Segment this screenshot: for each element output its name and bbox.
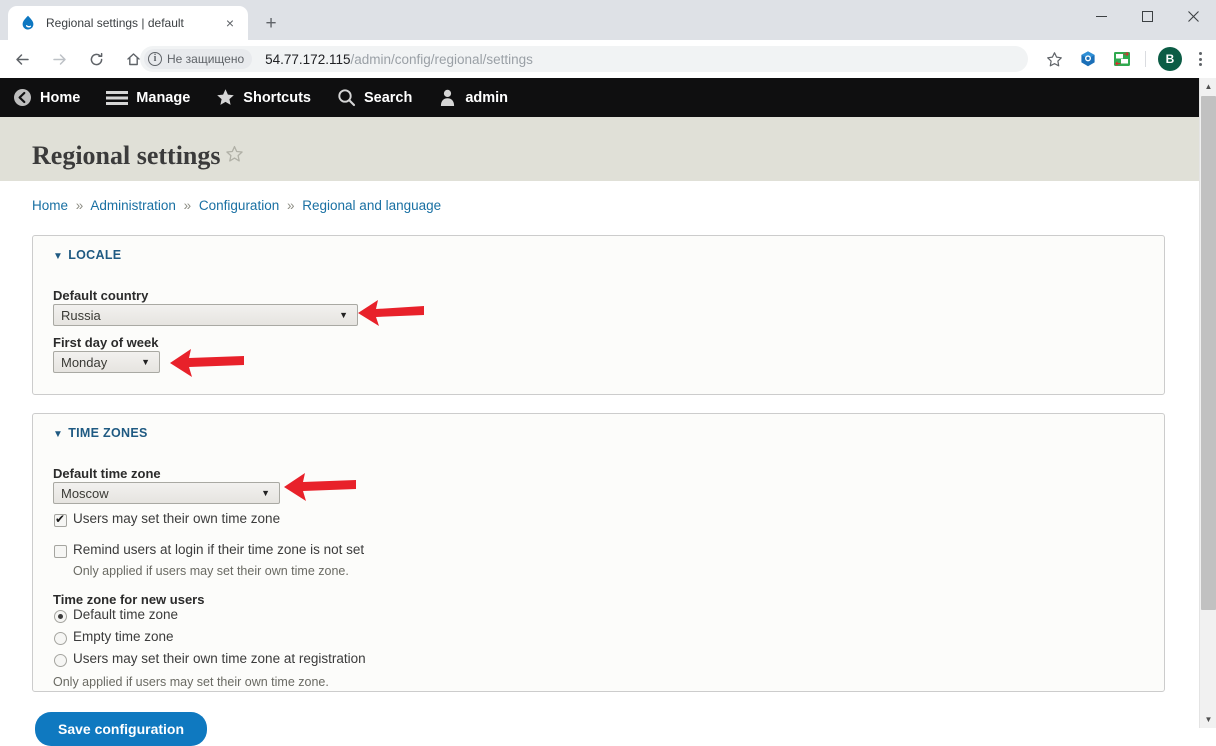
toolbar-item-home[interactable]: Home — [0, 78, 93, 117]
toolbar-item-admin-label: admin — [465, 89, 509, 106]
url-text: 54.77.172.115/admin/config/regional/sett… — [265, 52, 533, 67]
default-time-zone-value: Moscow — [61, 485, 109, 501]
locale-legend-label: LOCALE — [68, 248, 122, 262]
maximize-icon[interactable] — [1124, 0, 1170, 32]
forward-icon — [44, 44, 74, 74]
shield-extension-icon[interactable] — [1073, 44, 1103, 74]
toolbar-item-shortcuts[interactable]: Shortcuts — [203, 78, 324, 117]
breadcrumb-separator: » — [183, 198, 192, 213]
reload-icon[interactable] — [81, 44, 111, 74]
remind-users-label[interactable]: Remind users at login if their time zone… — [73, 542, 364, 557]
info-icon: i — [148, 52, 162, 66]
chrome-menu-icon[interactable] — [1188, 44, 1212, 74]
time-zones-fieldset: ▼ TIME ZONES Default time zone Moscow ▼ U… — [32, 413, 1165, 692]
security-status-label: Не защищено — [167, 52, 245, 66]
page-title: Regional settings — [32, 141, 221, 170]
time-zone-new-users-label: Time zone for new users — [53, 592, 205, 607]
toolbar-item-manage[interactable]: Manage — [93, 78, 203, 117]
scroll-down-icon[interactable]: ▼ — [1200, 711, 1216, 728]
breadcrumb: Home » Administration » Configuration » … — [32, 198, 441, 213]
first-day-of-week-select[interactable]: Monday ▼ — [53, 351, 160, 373]
address-bar[interactable]: i Не защищено 54.77.172.115/admin/config… — [140, 46, 1028, 72]
toolbar-divider — [1145, 51, 1146, 67]
breadcrumb-separator: » — [286, 198, 295, 213]
chevron-down-icon: ▼ — [53, 251, 64, 262]
radio-default-time-zone-label[interactable]: Default time zone — [73, 607, 178, 622]
toolbar-item-home-label: Home — [40, 89, 81, 106]
time-zones-legend-label: TIME ZONES — [68, 426, 148, 440]
time-zones-legend[interactable]: ▼ TIME ZONES — [53, 426, 148, 440]
radio-empty-time-zone-label[interactable]: Empty time zone — [73, 629, 174, 644]
default-time-zone-label: Default time zone — [53, 466, 161, 481]
remind-users-description: Only applied if users may set their own … — [73, 564, 349, 578]
tab-strip: Regional settings | default × + — [0, 0, 1216, 40]
chevron-down-icon: ▼ — [339, 310, 348, 320]
toolbar-item-manage-label: Manage — [136, 89, 191, 106]
minimize-icon[interactable] — [1078, 0, 1124, 32]
locale-legend[interactable]: ▼ LOCALE — [53, 248, 121, 262]
breadcrumb-item-administration[interactable]: Administration — [90, 198, 176, 213]
page-body: Home » Administration » Configuration » … — [0, 181, 1199, 728]
magnifier-icon — [337, 88, 356, 107]
scrollbar-thumb[interactable] — [1201, 96, 1216, 610]
chevron-down-icon: ▼ — [261, 488, 270, 498]
breadcrumb-item-home[interactable]: Home — [32, 198, 68, 213]
first-day-of-week-label: First day of week — [53, 335, 159, 350]
time-zone-new-users-description: Only applied if users may set their own … — [53, 675, 329, 689]
users-own-timezone-checkbox[interactable] — [54, 512, 67, 527]
drupal-admin-toolbar: Home Manage Shortcuts Search admin — [0, 78, 1199, 117]
page-scrollbar[interactable]: ▲ ▼ — [1199, 78, 1216, 728]
default-country-label: Default country — [53, 288, 149, 303]
breadcrumb-item-configuration[interactable]: Configuration — [199, 198, 279, 213]
arrow-to-default-country — [358, 300, 424, 326]
radio-users-own-at-registration-label[interactable]: Users may set their own time zone at reg… — [73, 651, 366, 666]
chevron-down-icon: ▼ — [53, 429, 64, 440]
close-window-icon[interactable] — [1170, 0, 1216, 32]
browser-chrome: Regional settings | default × + i Не защ… — [0, 0, 1216, 78]
back-circle-icon — [13, 88, 32, 107]
toolbar-item-shortcuts-label: Shortcuts — [243, 89, 311, 106]
toolbar-item-search[interactable]: Search — [324, 78, 425, 117]
arrow-to-default-time-zone — [284, 473, 356, 501]
browser-tab[interactable]: Regional settings | default × — [8, 6, 248, 40]
scroll-up-icon[interactable]: ▲ — [1200, 78, 1216, 95]
arrow-to-first-day-of-week — [170, 349, 244, 377]
chevron-down-icon: ▼ — [141, 357, 150, 367]
browser-toolbar: i Не защищено 54.77.172.115/admin/config… — [0, 40, 1216, 78]
radio-users-own-at-registration[interactable] — [54, 654, 67, 667]
tab-title: Regional settings | default — [46, 16, 184, 30]
url-path: /admin/config/regional/settings — [350, 51, 533, 67]
security-status-chip[interactable]: i Не защищено — [144, 49, 253, 69]
default-time-zone-select[interactable]: Moscow ▼ — [53, 482, 280, 504]
translate-extension-icon[interactable] — [1107, 44, 1137, 74]
hamburger-icon — [106, 90, 129, 106]
new-tab-button[interactable]: + — [258, 10, 284, 36]
favorite-star-icon[interactable] — [225, 145, 244, 168]
remind-users-checkbox[interactable] — [54, 545, 67, 558]
toolbar-item-search-label: Search — [363, 89, 413, 106]
breadcrumb-separator: » — [75, 198, 84, 213]
toolbar-actions: B — [1037, 44, 1212, 74]
toolbar-item-admin[interactable]: admin — [425, 78, 521, 117]
default-country-select[interactable]: Russia ▼ — [53, 304, 358, 326]
users-own-timezone-label[interactable]: Users may set their own time zone — [73, 511, 280, 526]
close-tab-icon[interactable]: × — [220, 13, 240, 33]
radio-default-time-zone[interactable] — [54, 610, 67, 623]
drupal-drop-icon — [20, 15, 36, 31]
user-icon — [438, 88, 457, 107]
url-host: 54.77.172.115 — [265, 51, 351, 67]
window-controls — [1078, 0, 1216, 32]
save-configuration-button[interactable]: Save configuration — [35, 712, 207, 746]
profile-avatar[interactable]: B — [1158, 47, 1182, 71]
default-country-value: Russia — [61, 307, 101, 323]
back-icon[interactable] — [7, 44, 37, 74]
page-header: Regional settings — [0, 117, 1199, 181]
first-day-of-week-value: Monday — [61, 354, 108, 370]
radio-empty-time-zone[interactable] — [54, 632, 67, 645]
bookmark-star-icon[interactable] — [1039, 44, 1069, 74]
star-icon — [216, 88, 235, 107]
breadcrumb-item-regional-and-language[interactable]: Regional and language — [302, 198, 441, 213]
